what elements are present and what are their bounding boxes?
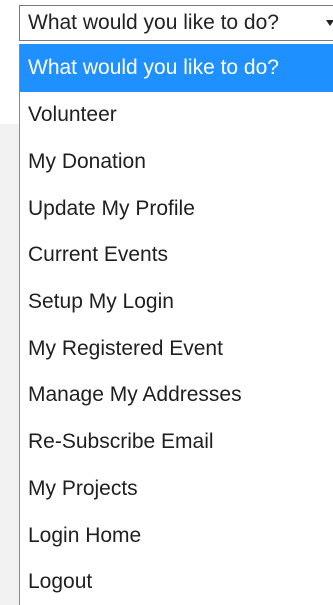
option-current-events[interactable]: Current Events (20, 232, 333, 279)
option-my-registered-event[interactable]: My Registered Event (20, 325, 333, 372)
option-manage-my-addresses[interactable]: Manage My Addresses (20, 372, 333, 419)
select-current-value: What would you like to do? (28, 11, 279, 34)
option-setup-my-login[interactable]: Setup My Login (20, 279, 333, 326)
background-band (0, 124, 20, 605)
action-select[interactable]: What would you like to do? (19, 5, 333, 41)
option-my-donation[interactable]: My Donation (20, 139, 333, 186)
select-dropdown-list: What would you like to do? Volunteer My … (19, 44, 333, 605)
option-logout[interactable]: Logout (20, 559, 333, 605)
option-what-would-you-like-to-do[interactable]: What would you like to do? (20, 44, 333, 92)
option-update-my-profile[interactable]: Update My Profile (20, 185, 333, 232)
page: What would you like to do? What would yo… (0, 0, 333, 605)
option-volunteer[interactable]: Volunteer (20, 92, 333, 139)
option-login-home[interactable]: Login Home (20, 512, 333, 559)
chevron-down-icon[interactable] (326, 20, 333, 26)
option-re-subscribe-email[interactable]: Re-Subscribe Email (20, 419, 333, 466)
option-my-projects[interactable]: My Projects (20, 466, 333, 513)
